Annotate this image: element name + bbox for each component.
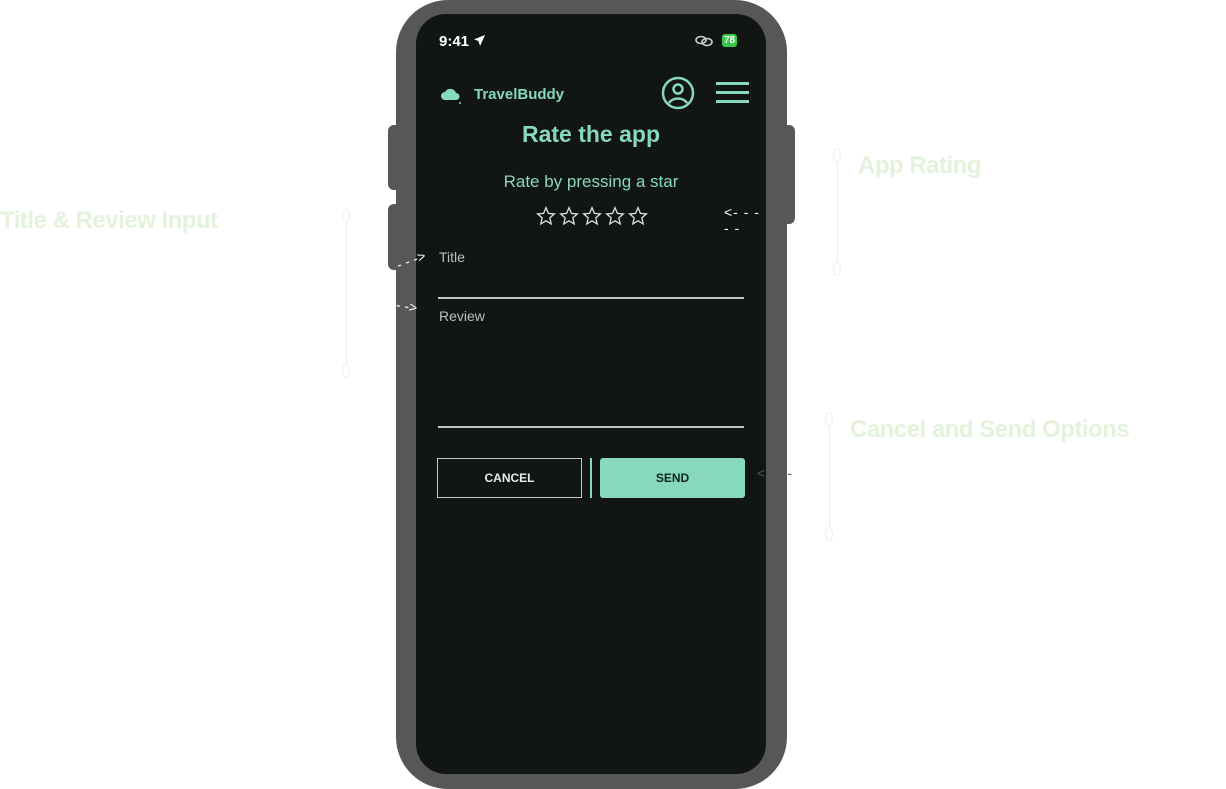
rating-arrow: <- - - - - [724, 204, 760, 236]
annotation-cancel-send: Cancel and Send Options [850, 416, 1130, 443]
star-2[interactable] [559, 206, 579, 226]
phone-screen: 9:41 78 TravelBuddy Rate the app Rate by… [416, 14, 766, 774]
hamburger-menu-icon[interactable] [716, 82, 749, 104]
title-label: Title [439, 249, 465, 265]
review-input[interactable] [438, 328, 743, 424]
cancel-button[interactable]: CANCEL [437, 458, 582, 498]
button-divider [590, 458, 592, 498]
star-1[interactable] [536, 206, 556, 226]
star-3[interactable] [582, 206, 602, 226]
page-title: Rate the app [521, 121, 661, 147]
user-circle-icon[interactable] [661, 76, 695, 110]
status-time: 9:41 [439, 33, 470, 50]
review-label: Review [439, 308, 485, 324]
send-button[interactable]: SEND [600, 458, 745, 498]
brand-name: TravelBuddy [474, 86, 565, 103]
star-rating [536, 206, 648, 226]
cloud-logo-icon [440, 86, 462, 104]
title-input[interactable] [438, 268, 743, 296]
page-subtitle: Rate by pressing a star [503, 172, 679, 191]
location-icon [474, 35, 485, 46]
link-icon [695, 35, 713, 47]
star-4[interactable] [605, 206, 625, 226]
buttons-arrow: <- - - [757, 465, 793, 481]
star-5[interactable] [628, 206, 648, 226]
review-arrow: - -> [394, 296, 419, 316]
annotation-app-rating: App Rating [858, 152, 981, 179]
battery-indicator: 78 [722, 34, 738, 47]
annotation-title-review: Title & Review Input [0, 207, 218, 234]
